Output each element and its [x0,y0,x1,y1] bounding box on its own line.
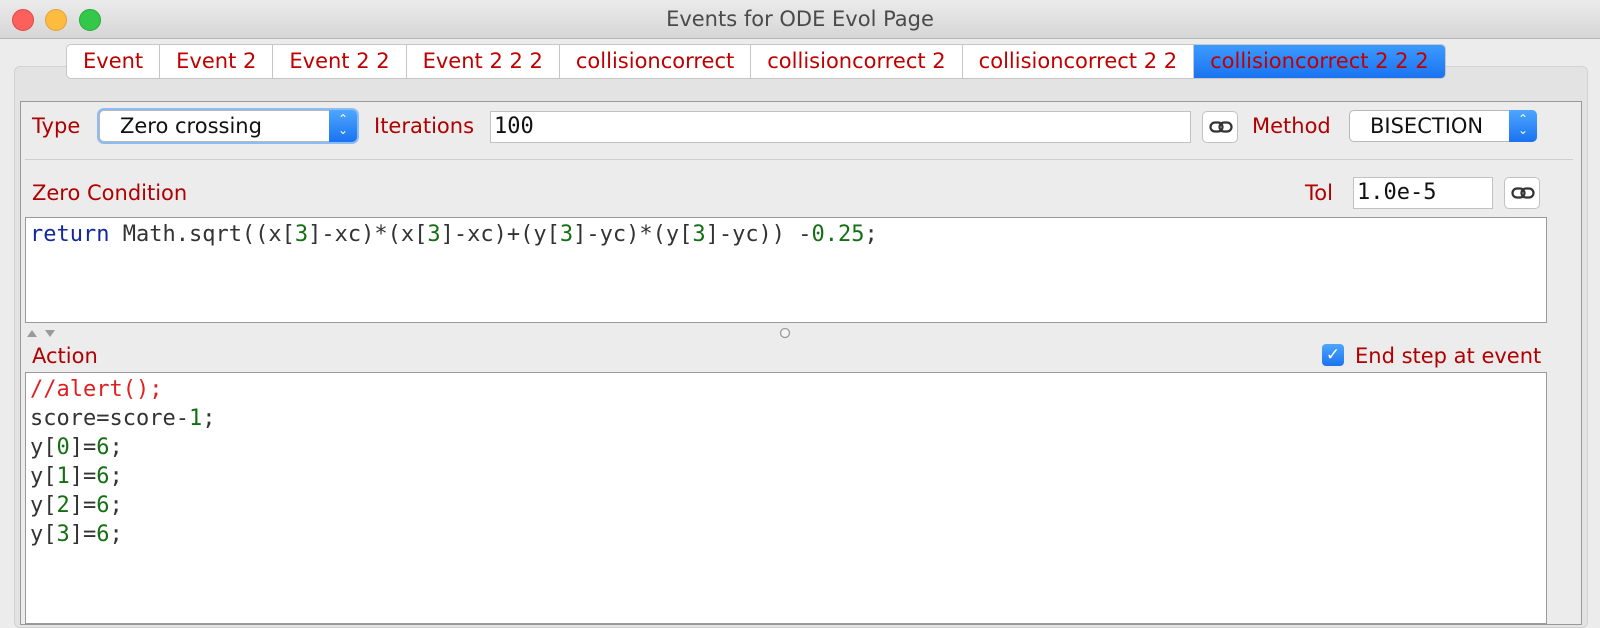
code-token: 6 [96,435,110,460]
split-pane-divider[interactable] [25,324,1573,342]
zero-condition-label: Zero Condition [32,181,188,205]
code-line: y[2]=6; [30,491,1542,520]
up-down-chevron-icon: ⌃ ⌄ [1509,110,1537,142]
code-token: score=score- [30,406,189,431]
tab-event-0[interactable]: Event [67,45,161,78]
code-line: y[1]=6; [30,462,1542,491]
code-token: ]= [69,522,97,547]
method-label: Method [1252,114,1331,138]
tab-event-5[interactable]: collisioncorrect 2 [751,45,963,78]
code-token: 1 [188,406,203,431]
title-bar[interactable]: Events for ODE Evol Page [0,0,1600,39]
collapse-arrows-icon[interactable] [25,326,65,340]
code-token: y[ [30,464,57,489]
code-token: 3 [559,222,574,247]
tab-event-4[interactable]: collisioncorrect [560,45,752,78]
code-token: y[ [30,435,57,460]
end-step-label: End step at event [1355,344,1542,368]
iterations-field[interactable]: 100 [490,111,1191,143]
code-token: ]= [69,435,97,460]
action-label: Action [32,344,98,368]
code-line: //alert(); [30,375,1542,404]
code-token: //alert(); [30,377,163,402]
code-token: 3 [56,522,70,547]
code-token: 2 [56,493,70,518]
tol-link-button[interactable] [1504,177,1540,209]
link-icon [1209,121,1233,133]
type-label: Type [32,114,81,138]
code-token: ]-yc)*(y[ [573,222,693,247]
window-title: Events for ODE Evol Page [666,7,934,31]
code-line: y[3]=6; [30,520,1542,549]
code-token: ]-yc)) - [705,222,812,247]
tab-event-1[interactable]: Event 2 [160,45,274,78]
code-token: ]-xc)*(x[ [308,222,428,247]
iterations-link-button[interactable] [1202,111,1238,143]
tol-field[interactable]: 1.0e-5 [1353,177,1493,209]
code-token: 6 [96,464,110,489]
code-token: ]= [69,464,97,489]
code-token: ]-xc)+(y[ [440,222,560,247]
action-editor[interactable]: //alert(); score=score-1; y[0]=6; y[1]=6; y[… [25,372,1547,624]
checkmark-icon: ✓ [1325,345,1341,364]
tol-label: Tol [1305,181,1333,205]
link-icon [1511,187,1535,199]
code-token: y[ [30,522,57,547]
code-token: 6 [96,522,110,547]
method-select[interactable]: BISECTION ⌃ ⌄ [1349,110,1537,142]
code-token: y[ [30,493,57,518]
tab-event-6[interactable]: collisioncorrect 2 2 [963,45,1195,78]
events-window: Events for ODE Evol Page Event Event 2 Eve… [0,0,1600,628]
tab-event-3[interactable]: Event 2 2 2 [407,45,560,78]
tab-event-7[interactable]: collisioncorrect 2 2 2 [1194,45,1445,78]
type-select-value: Zero crossing [120,114,262,138]
code-token: ; [109,464,123,489]
iterations-label: Iterations [374,114,475,138]
code-token: ; [109,435,123,460]
code-token: 3 [427,222,441,247]
code-token: return [30,222,110,247]
code-token: Math.sqrt((x[ [109,222,295,247]
code-token: ; [109,522,123,547]
end-step-checkbox[interactable]: ✓ [1322,344,1344,366]
code-token: ; [202,406,216,431]
code-line: return Math.sqrt((x[3]-xc)*(x[3]-xc)+(y[… [30,220,1542,249]
code-token: 3 [692,222,706,247]
code-token: 0 [56,435,70,460]
code-line: score=score-1; [30,404,1542,433]
up-down-chevron-icon: ⌃ ⌄ [329,110,357,142]
method-select-value: BISECTION [1370,114,1484,138]
tab-event-2[interactable]: Event 2 2 [273,45,407,78]
code-token: 6 [96,493,110,518]
zero-condition-editor[interactable]: return Math.sqrt((x[3]-xc)*(x[3]-xc)+(y[… [25,217,1547,323]
code-token: ]= [69,493,97,518]
type-select[interactable]: Zero crossing ⌃ ⌄ [99,110,357,142]
code-token: 0.25 [811,222,865,247]
splitter-grip-icon[interactable] [779,327,791,339]
code-token: 3 [294,222,309,247]
code-token: 1 [56,464,70,489]
code-token: ; [864,222,878,247]
code-token: ; [109,493,123,518]
code-line: y[0]=6; [30,433,1542,462]
event-panel: Type Zero crossing ⌃ ⌄ Iterations 100 Met… [20,101,1582,625]
separator [25,159,1573,160]
event-tabs: Event Event 2 Event 2 2 Event 2 2 2 collisio… [66,44,1446,79]
